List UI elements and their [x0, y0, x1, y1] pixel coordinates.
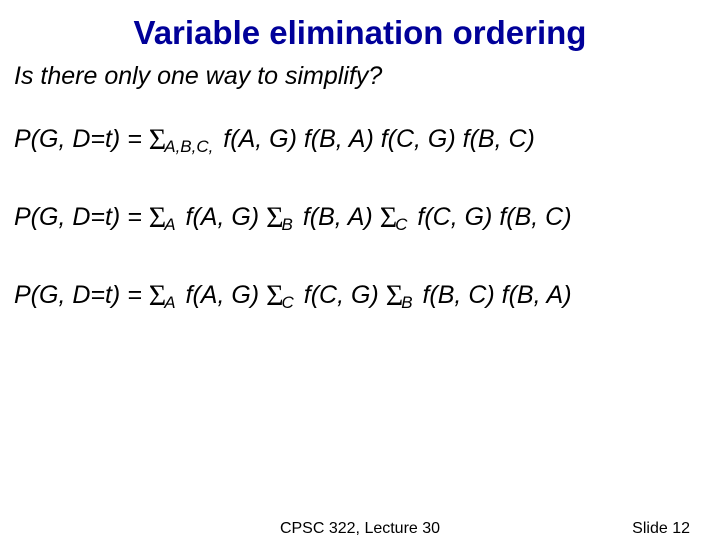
eq3-subC: C [282, 293, 294, 312]
equation-1: P(G, D=t) = ΣA,B,C, f(A, G) f(B, A) f(C,… [0, 91, 720, 157]
question-text: Is there only one way to simplify? [0, 58, 720, 91]
footer-slide-number: Slide 12 [632, 520, 690, 538]
equation-3: P(G, D=t) = ΣA f(A, G) ΣC f(C, G) ΣB f(B… [0, 235, 720, 313]
eq2-t1: f(A, G) [179, 203, 267, 231]
equation-2: P(G, D=t) = ΣA f(A, G) ΣB f(B, A) ΣC f(C… [0, 157, 720, 235]
eq1-sub: A,B,C, [164, 137, 213, 156]
eq3-t3: f(B, C) f(B, A) [416, 281, 572, 309]
eq2-t2: f(B, A) [296, 203, 380, 231]
eq3-subA: A [164, 293, 175, 312]
slide-title: Variable elimination ordering [0, 0, 720, 58]
sigma-icon: Σ [266, 201, 283, 235]
sigma-icon: Σ [266, 279, 283, 313]
eq1-rhs: f(A, G) f(B, A) f(C, G) f(B, C) [216, 125, 535, 153]
eq2-subA: A [164, 215, 175, 234]
slide: Variable elimination ordering Is there o… [0, 0, 720, 540]
eq2-subB: B [282, 215, 293, 234]
eq3-t1: f(A, G) [179, 281, 267, 309]
footer-lecture: CPSC 322, Lecture 30 [0, 520, 720, 538]
eq2-subC: C [395, 215, 407, 234]
eq2-lhs: P(G, D=t) = [14, 203, 149, 231]
eq3-t2: f(C, G) [297, 281, 386, 309]
eq1-lhs: P(G, D=t) = [14, 125, 149, 153]
eq3-subB: B [401, 293, 412, 312]
eq2-t3: f(C, G) f(B, C) [410, 203, 571, 231]
eq3-lhs: P(G, D=t) = [14, 281, 149, 309]
